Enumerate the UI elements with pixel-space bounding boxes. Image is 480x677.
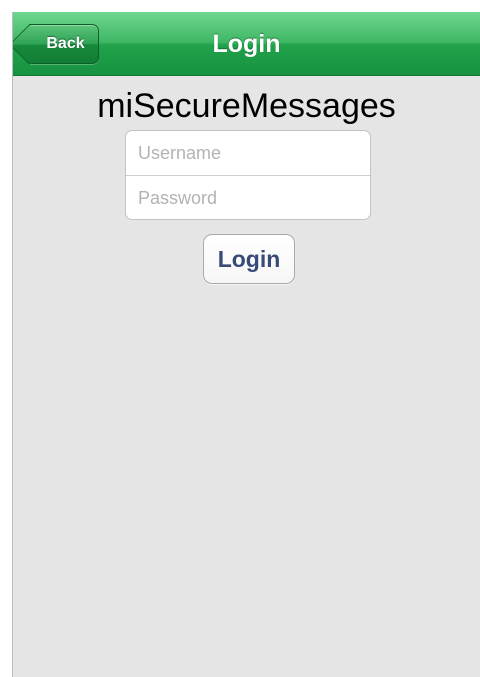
app-screen: Login Back miSecureMessages Login: [12, 12, 480, 677]
login-form: [125, 130, 371, 220]
back-button-label: Back: [46, 35, 85, 52]
username-input[interactable]: [126, 131, 370, 175]
login-button[interactable]: Login: [203, 234, 295, 284]
navigation-bar: Login Back: [13, 12, 480, 76]
app-title: miSecureMessages: [97, 87, 396, 125]
password-input[interactable]: [126, 176, 370, 219]
back-arrow-icon: [13, 23, 51, 66]
back-button[interactable]: Back: [13, 23, 99, 66]
